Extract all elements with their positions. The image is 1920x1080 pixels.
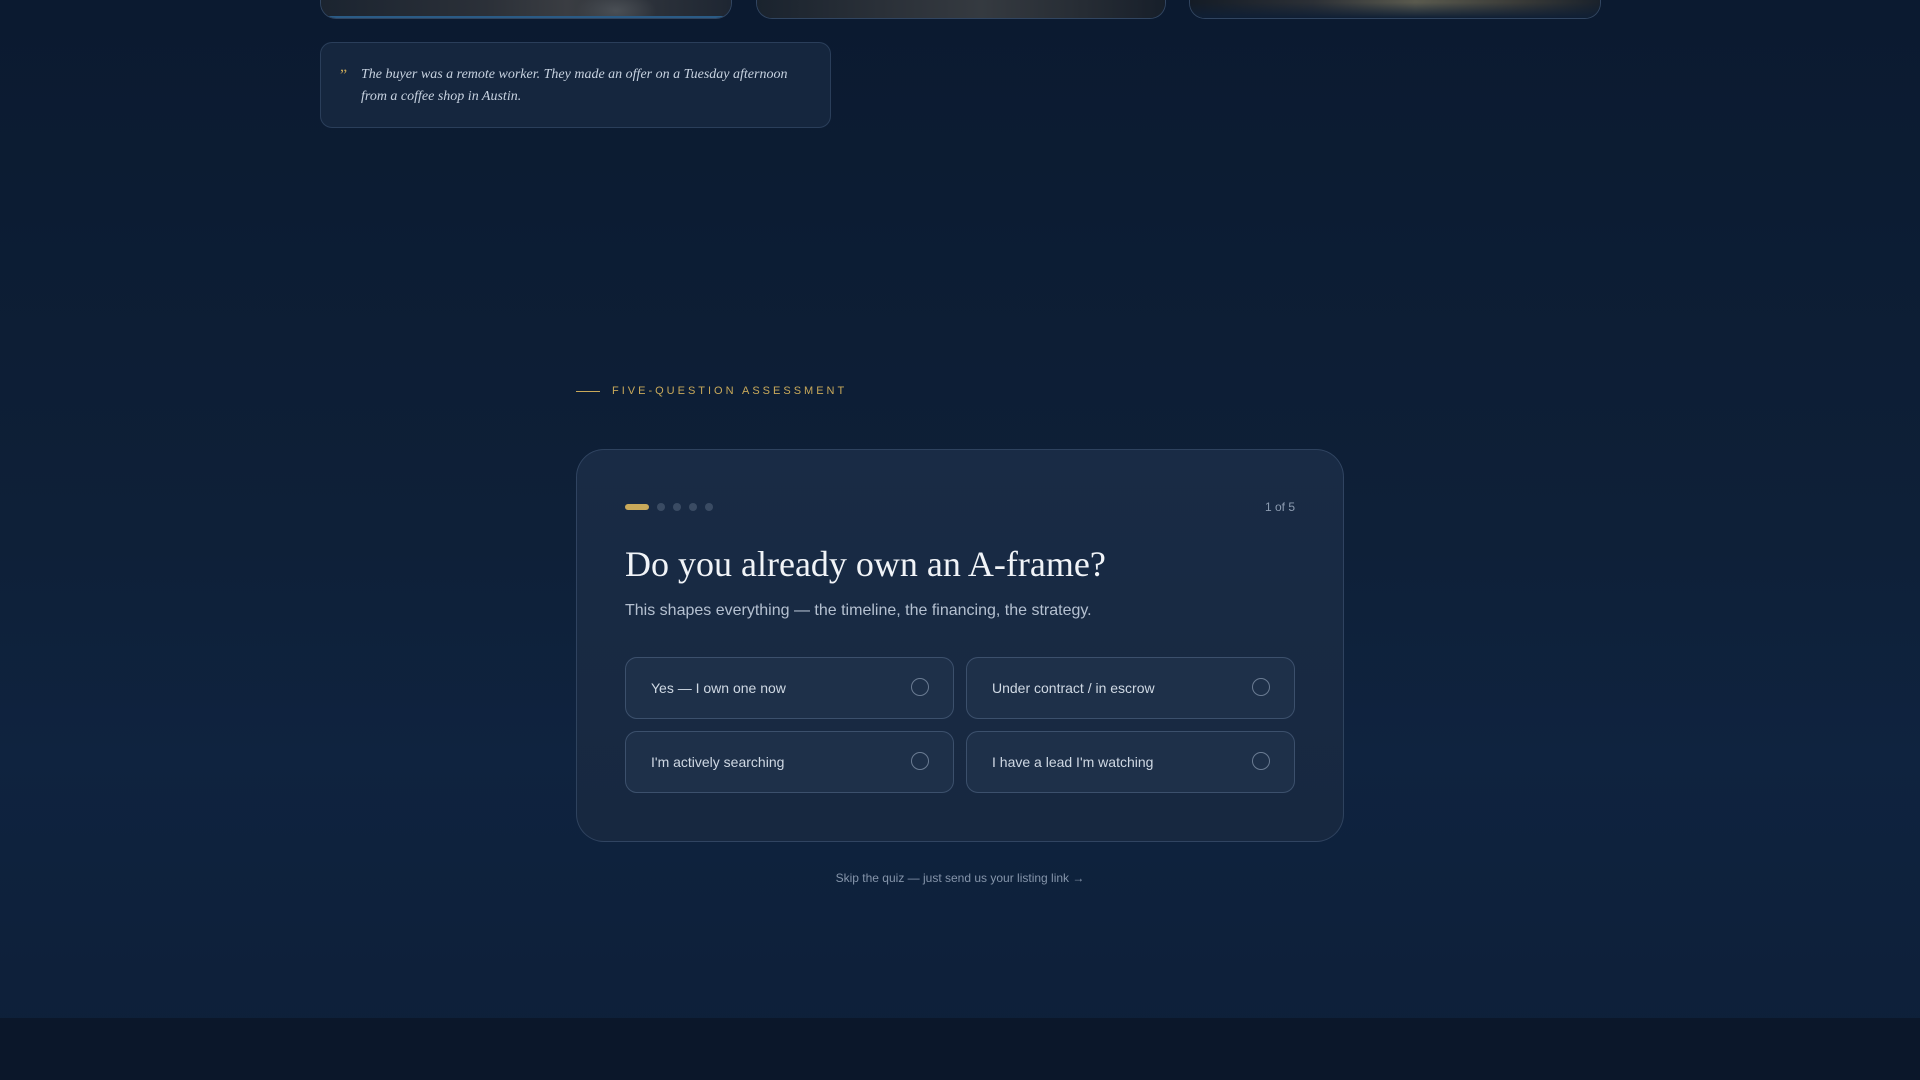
gallery-image-card-2[interactable] [756, 0, 1166, 19]
section-eyebrow: FIVE-QUESTION ASSESSMENT [576, 385, 847, 397]
progress-step-dot [673, 503, 681, 511]
option-label: Under contract / in escrow [992, 680, 1155, 696]
gallery-image-card-3[interactable] [1189, 0, 1601, 19]
answer-option-have-lead[interactable]: I have a lead I'm watching [966, 731, 1295, 793]
quiz-progress-indicator [625, 503, 721, 511]
footer-section [0, 1018, 1920, 1080]
option-label: I have a lead I'm watching [992, 754, 1154, 770]
progress-step-dot [657, 503, 665, 511]
answer-option-actively-searching[interactable]: I'm actively searching [625, 731, 954, 793]
answer-option-under-contract[interactable]: Under contract / in escrow [966, 657, 1295, 719]
skip-quiz-link[interactable]: Skip the quiz — just send us your listin… [0, 871, 1920, 885]
progress-step-dot [689, 503, 697, 511]
gallery-photo-3 [1190, 0, 1600, 18]
gallery-photo-2 [757, 0, 1165, 18]
answer-option-own-now[interactable]: Yes — I own one now [625, 657, 954, 719]
testimonial-text: The buyer was a remote worker. They made… [361, 67, 788, 104]
eyebrow-divider [576, 390, 600, 392]
quote-mark-icon: ” [340, 67, 348, 84]
card-accent-line [321, 16, 731, 18]
option-label: Yes — I own one now [651, 680, 786, 696]
quiz-card: 1 of 5 Do you already own an A-frame? Th… [576, 449, 1344, 842]
radio-circle-icon[interactable] [1252, 752, 1270, 770]
progress-step-active [625, 504, 649, 510]
radio-circle-icon[interactable] [911, 752, 929, 770]
testimonial-quote-card: ” The buyer was a remote worker. They ma… [320, 42, 831, 128]
answer-options: Yes — I own one now Under contract / in … [625, 657, 1295, 793]
eyebrow-label: FIVE-QUESTION ASSESSMENT [612, 385, 848, 397]
step-counter: 1 of 5 [1264, 500, 1295, 514]
option-label: I'm actively searching [651, 754, 785, 770]
quiz-subtitle: This shapes everything — the timeline, t… [625, 602, 1092, 619]
radio-circle-icon[interactable] [911, 678, 929, 696]
progress-step-dot [705, 503, 713, 511]
radio-circle-icon[interactable] [1252, 678, 1270, 696]
quiz-question: Do you already own an A-frame? [625, 544, 1106, 584]
gallery-image-card-1[interactable] [320, 0, 732, 19]
